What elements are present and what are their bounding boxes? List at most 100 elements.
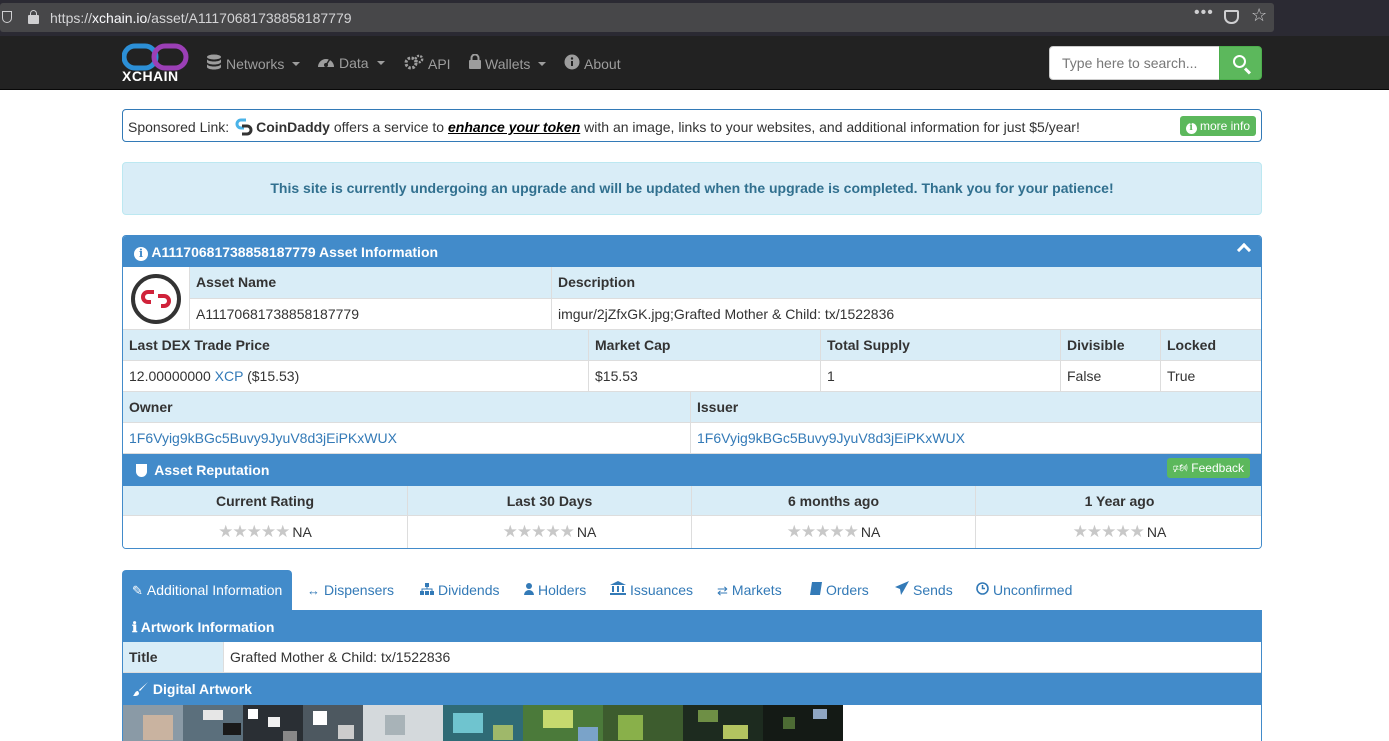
shield-icon — [136, 464, 147, 477]
clock-icon — [976, 571, 989, 611]
divisible-label: Divisible — [1061, 330, 1161, 361]
xcp-link[interactable]: XCP — [215, 368, 244, 384]
last-30-days-value: ★★★★★ NA — [408, 516, 692, 548]
info-icon: ℹ — [132, 619, 138, 635]
six-months-value: ★★★★★ NA — [692, 516, 976, 548]
bookmark-star-icon[interactable]: ☆ — [1251, 5, 1267, 26]
chevron-down-icon — [376, 61, 385, 65]
nav-networks[interactable]: Networks — [206, 54, 301, 74]
asset-tabs: ✎ Additional Information ↔ Dispensers Divi… — [122, 570, 1262, 610]
more-info-button[interactable]: i more info — [1179, 116, 1256, 136]
description-value: imgur/2jZfxGK.jpg;Grafted Mother & Child… — [552, 299, 1261, 330]
owner-address-link[interactable]: 1F6Vyig9kBGc5Buvy9JyuV8d3jEiPKxWUX — [123, 423, 691, 454]
reputation-header: Asset Reputation 🕬︎ Feedback — [123, 454, 1261, 486]
artwork-info-header: ℹ Artwork Information — [123, 611, 1261, 642]
nav-about[interactable]: About — [564, 54, 621, 74]
six-months-label: 6 months ago — [692, 486, 976, 516]
last-30-days-label: Last 30 Days — [408, 486, 692, 516]
nav-data[interactable]: Data — [317, 54, 385, 72]
artwork-panel: ℹ Artwork Information Title Grafted Moth… — [122, 610, 1262, 741]
feedback-button[interactable]: 🕬︎ Feedback — [1166, 458, 1250, 478]
info-icon: i — [1185, 123, 1197, 134]
locked-value: True — [1161, 361, 1261, 392]
bank-icon — [610, 571, 626, 611]
tracking-shield-icon[interactable] — [2, 11, 12, 23]
market-cap-value: $15.53 — [589, 361, 821, 392]
coindaddy-link[interactable]: CoinDaddy — [256, 119, 330, 135]
pocket-icon[interactable] — [1224, 10, 1239, 24]
search-icon — [1233, 55, 1246, 68]
asset-panel-header[interactable]: i A11170681738858187779 Asset Informatio… — [123, 236, 1261, 267]
paint-brush-icon — [133, 681, 153, 697]
exchange-icon: ⇄ — [717, 583, 728, 598]
last-dex-price-label: Last DEX Trade Price — [123, 330, 589, 361]
logo-text[interactable]: XCHAIN — [122, 68, 179, 84]
star-rating-icon: ★★★★★ — [502, 522, 575, 541]
asset-name-value: A11170681738858187779 — [190, 299, 552, 330]
sponsored-text: Sponsored Link: CoinDaddy offers a servi… — [128, 118, 1080, 136]
browser-toolbar: https://xchain.io/asset/A111706817388581… — [0, 0, 1389, 36]
sitemap-icon — [420, 571, 434, 611]
tab-holders[interactable]: Holders — [524, 570, 586, 610]
info-icon: i — [134, 247, 148, 261]
total-supply-value: 1 — [821, 361, 1061, 392]
coindaddy-icon[interactable] — [235, 118, 253, 136]
book-icon — [810, 571, 822, 611]
chevron-down-icon — [292, 62, 301, 66]
url-text[interactable]: https://xchain.io/asset/A111706817388581… — [50, 10, 352, 26]
nav-wallets[interactable]: Wallets — [469, 53, 547, 73]
site-navbar: XCHAIN Networks Data API Wallets About — [0, 36, 1389, 90]
artwork-title-label: Title — [123, 642, 224, 673]
enhance-token-link[interactable]: enhance your token — [448, 119, 580, 135]
upgrade-alert: This site is currently undergoing an upg… — [122, 162, 1262, 215]
star-rating-icon: ★★★★★ — [786, 522, 859, 541]
lock-icon[interactable] — [28, 10, 39, 24]
nav-api[interactable]: API — [404, 54, 451, 74]
tab-issuances[interactable]: Issuances — [610, 570, 693, 610]
digital-artwork-image — [123, 705, 843, 741]
last-dex-price-value: 12.00000000 XCP ($15.53) — [123, 361, 589, 392]
star-rating-icon: ★★★★★ — [1072, 522, 1145, 541]
page-actions-icon[interactable]: ••• — [1194, 4, 1214, 22]
asset-info-panel: i A11170681738858187779 Asset Informatio… — [122, 235, 1262, 549]
info-circle-icon — [564, 54, 580, 74]
pencil-icon: ✎ — [132, 583, 143, 598]
description-label: Description — [552, 267, 1261, 299]
panel-title: A11170681738858187779 Asset Information — [151, 244, 439, 260]
search-button[interactable] — [1219, 46, 1262, 80]
user-icon — [524, 571, 534, 611]
issuer-label: Issuer — [691, 392, 1261, 423]
tab-dispensers[interactable]: ↔ Dispensers — [307, 570, 394, 610]
tab-orders[interactable]: Orders — [810, 570, 869, 610]
address-bar[interactable]: https://xchain.io/asset/A111706817388581… — [0, 3, 1274, 32]
artwork-title-value: Grafted Mother & Child: tx/1522836 — [224, 642, 1261, 673]
tab-markets[interactable]: ⇄ Markets — [717, 570, 782, 610]
one-year-value: ★★★★★ NA — [976, 516, 1261, 548]
one-year-label: 1 Year ago — [976, 486, 1261, 516]
tab-additional-information[interactable]: ✎ Additional Information — [122, 570, 293, 610]
asset-name-label: Asset Name — [190, 267, 552, 299]
database-icon — [206, 54, 222, 74]
lock-icon — [469, 53, 481, 73]
chevron-down-icon — [538, 61, 547, 66]
issuer-address-link[interactable]: 1F6Vyig9kBGc5Buvy9JyuV8d3jEiPKxWUX — [691, 423, 1261, 454]
sponsored-banner: Sponsored Link: CoinDaddy offers a servi… — [122, 109, 1262, 142]
dashboard-icon — [317, 54, 335, 72]
divisible-value: False — [1061, 361, 1161, 392]
gears-icon — [404, 54, 424, 74]
locked-label: Locked — [1161, 330, 1261, 361]
arrows-h-icon: ↔ — [307, 583, 320, 598]
star-rating-icon: ★★★★★ — [218, 522, 290, 541]
asset-avatar — [131, 274, 181, 324]
market-cap-label: Market Cap — [589, 330, 821, 361]
total-supply-label: Total Supply — [821, 330, 1061, 361]
current-rating-value: ★★★★★ NA — [123, 516, 408, 548]
send-icon — [895, 571, 909, 611]
tab-dividends[interactable]: Dividends — [420, 570, 499, 610]
chevron-up-icon[interactable] — [1236, 242, 1252, 258]
tab-unconfirmed[interactable]: Unconfirmed — [976, 570, 1072, 610]
tab-sends[interactable]: Sends — [895, 570, 953, 610]
current-rating-label: Current Rating — [123, 486, 408, 516]
search-input[interactable] — [1049, 46, 1220, 80]
digital-artwork-header: Digital Artwork — [123, 673, 1261, 705]
